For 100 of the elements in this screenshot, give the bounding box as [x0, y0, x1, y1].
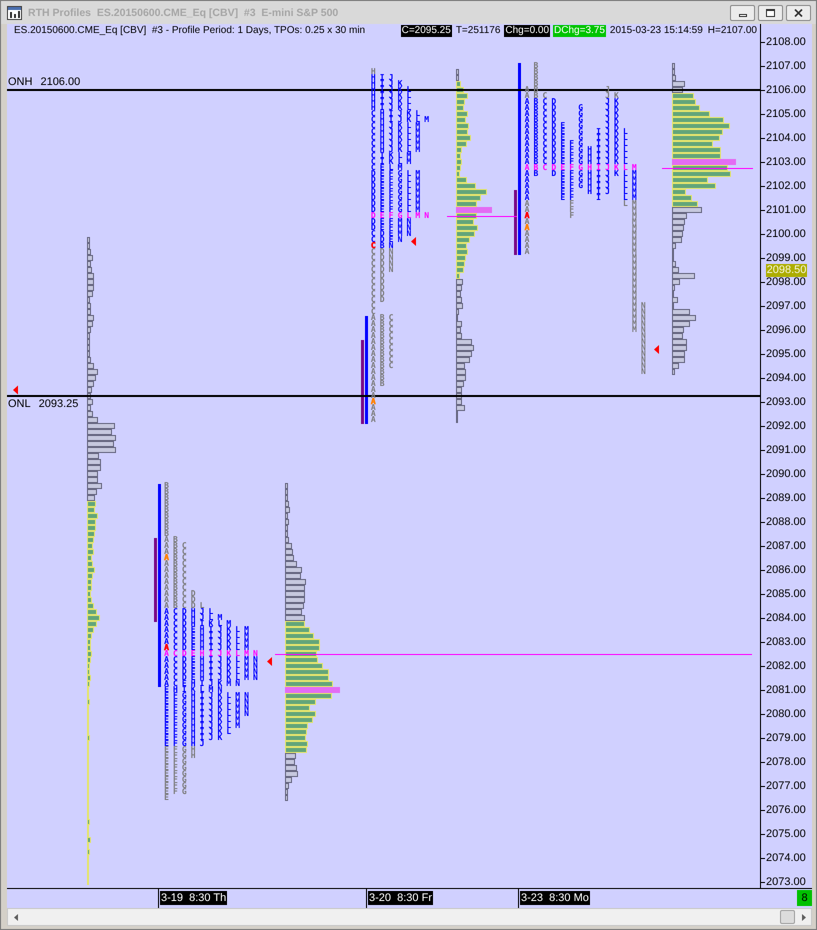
tpo-letters: CD	[370, 285, 389, 291]
tpo-letters: CHIJKLM	[370, 117, 434, 123]
tpo-letters: ABCD JK	[524, 99, 623, 105]
tpo-letters: MN	[632, 327, 650, 333]
tpo-letters: DEFGLM	[370, 189, 424, 195]
tpo-letters: A M	[524, 237, 641, 243]
tpo-letters: H	[370, 69, 380, 75]
price-label: 2075.00	[766, 828, 806, 840]
price-label: 2089.00	[766, 492, 806, 504]
price-label: 2102.00	[766, 180, 806, 192]
tpo-letters: M	[632, 261, 641, 267]
tpo-letters: ACDHJLM	[164, 615, 226, 621]
app-icon	[7, 6, 22, 20]
tpo-letters: ABCD G JK	[524, 111, 623, 117]
tpo-letters: EFGHIJKLM	[164, 717, 244, 723]
price-label: 2073.00	[766, 876, 806, 888]
tpo-letters: EFG	[164, 765, 191, 771]
time-label: 3-20 8:30 Fr	[368, 891, 433, 905]
tpo-letters: ACDHJL	[164, 609, 218, 615]
tpo-letters: A F M	[524, 207, 641, 213]
tpo-letters: A	[370, 399, 380, 405]
tpo-letters: ABC	[370, 357, 398, 363]
tpo-letters: DEFGLM	[370, 195, 424, 201]
left-triangle-icon	[411, 237, 416, 246]
tpo-letters: ABC	[370, 333, 398, 339]
tpo-letters: CHJKLM	[370, 135, 424, 141]
tpo-letters: A	[370, 405, 380, 411]
tpo-letters: N	[640, 351, 650, 357]
tpo-letters: M	[632, 267, 641, 273]
tpo-letters: ABCDE G JK	[524, 123, 623, 129]
quote-field: Chg=0.00	[504, 24, 550, 36]
tpo-letters: CHIJKL	[370, 111, 424, 117]
tpo-letters: DEFGLMN	[370, 213, 434, 219]
tpo-letters: ACDEHIJKLMN	[164, 663, 262, 669]
tpo-letters: CHJKLM	[370, 123, 424, 129]
tpo-letters: ACDEHIJKLMN	[164, 675, 262, 681]
tpo-letters: EHIKLMN	[164, 687, 226, 693]
price-label: 2098.00	[766, 276, 806, 288]
tpo-letters: ABCDL	[164, 603, 209, 609]
tpo-letters: A EFGHIJ LM	[524, 177, 641, 183]
chart-description: ES.20150600.CME_Eq [CBV] #3 - Profile Period: 1 Days, TPOs: 0.25 x 30 min	[14, 24, 366, 36]
price-label: 2103.00	[766, 156, 806, 168]
tpo-letters: CIKLM	[370, 153, 416, 159]
price-label: 2091.00	[766, 444, 806, 456]
price-label: 2081.00	[766, 684, 806, 696]
tpo-letters: CHJKLM	[370, 147, 424, 153]
tpo-letters: MN	[632, 321, 650, 327]
left-triangle-icon	[13, 386, 18, 394]
tpo-letters: A EF HIJ LM	[524, 189, 641, 195]
reference-value: 2106.00	[40, 76, 80, 88]
tpo-letters: CIKLM	[370, 159, 416, 165]
tpo-letters: ABC	[164, 579, 191, 585]
price-label: 2100.00	[766, 228, 806, 240]
price-label: 2107.00	[766, 60, 806, 72]
price-label: 2076.00	[766, 804, 806, 816]
tpo-letters: EFGHIJKLM	[164, 723, 244, 729]
tpo-letters: M	[632, 285, 641, 291]
tpo-letters: B	[164, 525, 173, 531]
tpo-letters: ABC	[370, 327, 398, 333]
tpo-letters: B	[164, 531, 173, 537]
tpo-letters: E	[164, 795, 173, 801]
tpo-letters: MN	[632, 309, 650, 315]
close-button[interactable]	[786, 4, 811, 20]
minimize-button[interactable]	[730, 4, 755, 20]
tpo-letters: EFG	[164, 789, 191, 795]
tpo-letters: CD	[370, 279, 389, 285]
tpo-letters: EFGHIJKL	[164, 729, 236, 735]
close-icon	[794, 8, 803, 16]
price-label: 2096.00	[766, 324, 806, 336]
tpo-letters: CDN	[370, 267, 398, 273]
tpo-letters: ABCDE G IJKL	[524, 129, 632, 135]
maximize-button[interactable]	[758, 4, 783, 20]
tpo-letters: EFGHIJKLMN	[164, 711, 254, 717]
tpo-letters: EFGHJ	[164, 741, 209, 747]
tpo-letters: ABC	[370, 351, 398, 357]
tpo-letters: HIJKL	[370, 99, 416, 105]
price-label: 2095.00	[766, 348, 806, 360]
tpo-letters: DEFGLM	[370, 201, 424, 207]
tpo-letters: N	[640, 339, 650, 345]
tpo-letters: CDN	[370, 249, 398, 255]
price-label: 2082.00	[766, 660, 806, 672]
tpo-letters: A F LM	[524, 201, 641, 207]
tpo-letters: ACDHIKLM	[164, 621, 236, 627]
tpo-letters: C	[370, 303, 380, 309]
scrollbar-thumb[interactable]	[780, 910, 795, 924]
tpo-letters: ABC	[370, 339, 398, 345]
price-label: 2101.00	[766, 204, 806, 216]
tpo-letters: ABCDE G IJKL	[524, 135, 632, 141]
count-badge: 8	[797, 890, 812, 906]
tpo-letters: ACDEHIJKLM	[164, 639, 254, 645]
tpo-letters: B	[164, 513, 173, 519]
last-price-label: 2098.50	[766, 264, 807, 276]
tpo-letters: ABCD	[164, 597, 200, 603]
tpo-letters: CD	[370, 273, 389, 279]
tpo-letters: AB	[370, 381, 389, 387]
tpo-letters: CD	[370, 297, 389, 303]
tpo-letters: B	[164, 507, 173, 513]
horizontal-scrollbar[interactable]	[7, 908, 812, 926]
price-label: 2086.00	[766, 564, 806, 576]
tpo-letters: DEFGLM	[370, 207, 424, 213]
